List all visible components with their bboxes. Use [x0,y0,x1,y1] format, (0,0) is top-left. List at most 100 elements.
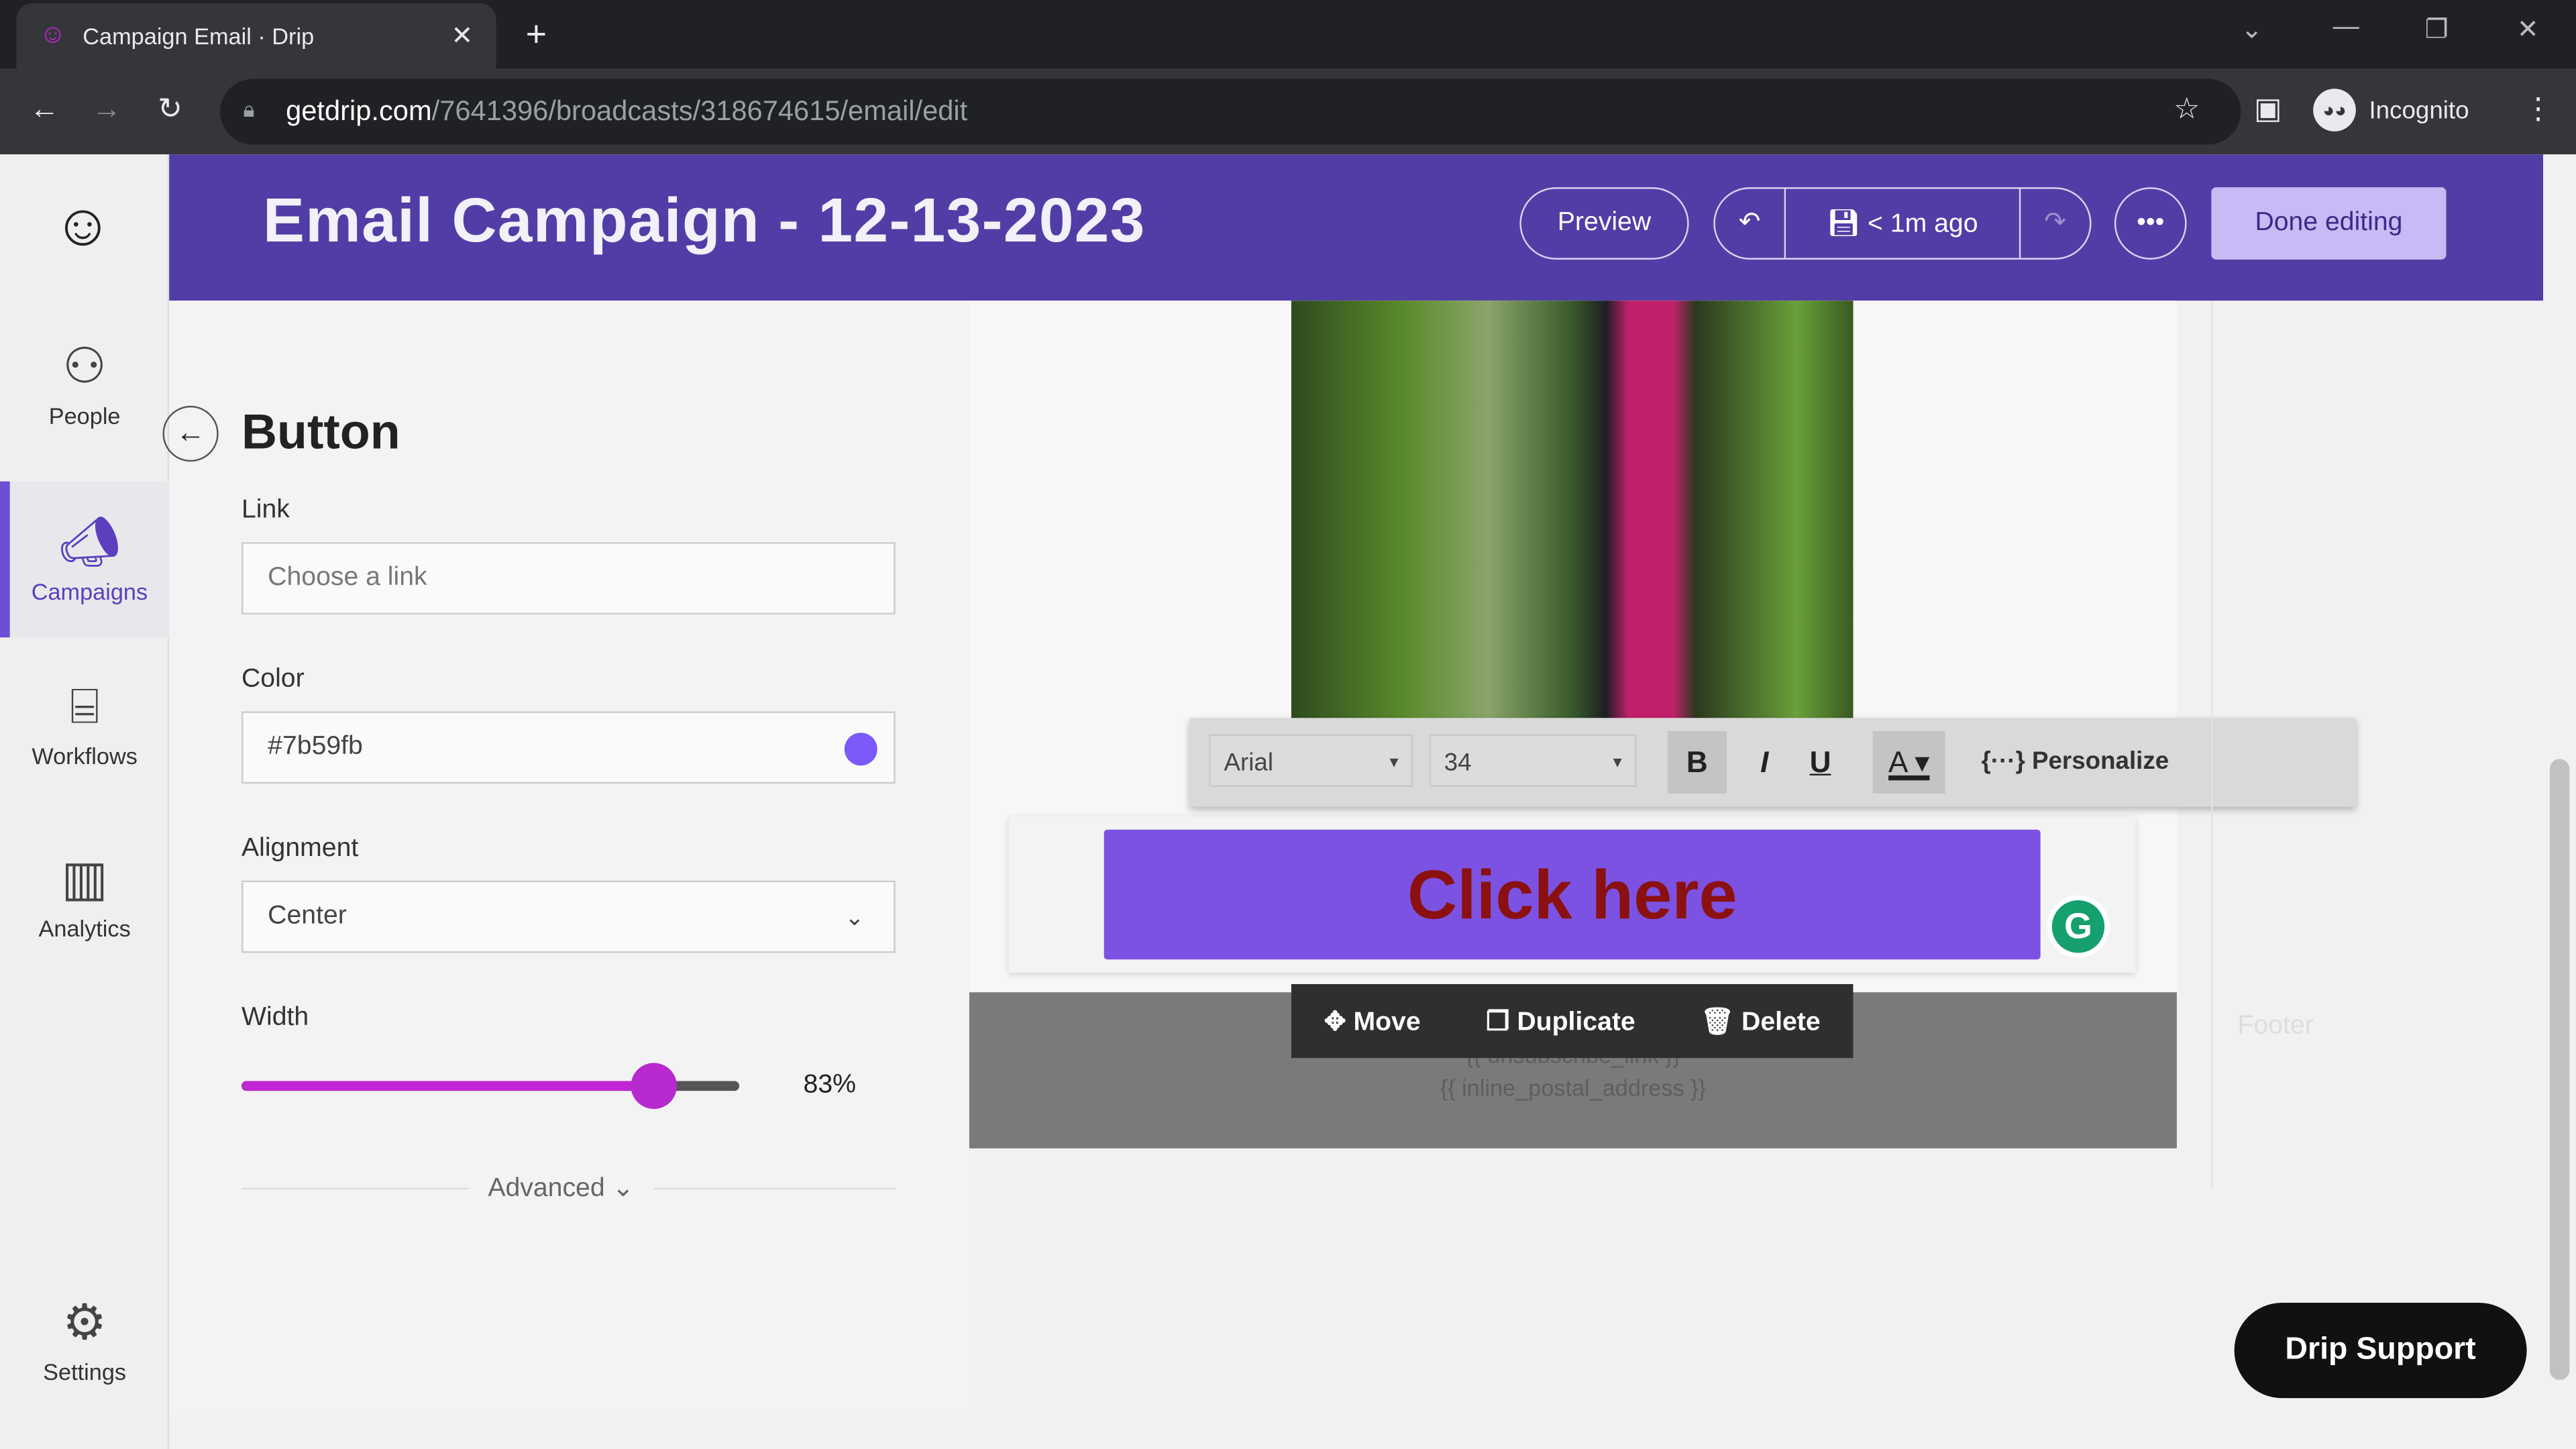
button-settings-panel: ← Button Link Choose a link Color #7b59f… [162,301,969,1415]
duplicate-button[interactable]: ❐ Duplicate [1486,1005,1635,1038]
tab-title: Campaign Email · Drip [83,23,315,50]
braces-icon: {···} [1981,747,2032,775]
text-format-toolbar: Arial ▼ 34 ▼ B I U A ▾ {···} Personalize [1189,718,2356,807]
advanced-toggle[interactable]: Advanced ⌄ [468,1171,654,1205]
footer-section-label: Footer [2237,1012,2314,1040]
width-slider-fill [241,1081,655,1091]
save-icon: 💾︎ [1827,210,1868,239]
profile-label: Incognito [2369,96,2469,124]
megaphone-icon: 📣︎ [58,515,121,570]
save-status[interactable]: 💾︎ < 1m ago [1786,207,2019,240]
sidebar: ☺ ⚇ People 📣︎ Campaigns ⌸ Workflows ▥ Analyt… [0,154,170,1449]
back-arrow-button[interactable]: ← [162,405,219,462]
tab-search-icon[interactable]: ⌄ [2241,13,2263,46]
sidebar-item-analytics[interactable]: ▥ Analytics [0,851,169,942]
postal-address-token: {{ inline_postal_address }} [1440,1074,1707,1101]
address-bar-row: ← → ↻ getdrip.com/7641396/broadcasts/318… [0,68,2576,155]
personalize-label: Personalize [2031,747,2169,775]
sidebar-item-people[interactable]: ⚇ People [0,338,169,429]
forward-icon[interactable]: → [92,92,121,126]
close-window-button[interactable]: ✕ [2517,13,2539,46]
waterfall-image[interactable] [1291,301,1854,720]
color-swatch[interactable] [844,733,877,766]
sidebar-item-label: Analytics [38,915,131,942]
duplicate-icon: ❐ [1486,1008,1517,1036]
link-input[interactable]: Choose a link [241,542,896,614]
gear-icon: ⚙ [62,1296,107,1351]
text-color-button[interactable]: A ▾ [1872,731,1945,794]
minimize-button[interactable]: — [2333,13,2359,43]
sidebar-item-label: People [48,402,121,429]
panel-title: Button [241,405,400,460]
button-block[interactable]: Click here G [1008,816,2136,973]
scrollbar-thumb[interactable] [2549,759,2570,1381]
sidebar-item-settings[interactable]: ⚙ Settings [0,1295,169,1385]
width-label: Width [241,1004,309,1032]
chevron-down-icon: ⌄ [845,902,865,929]
italic-button[interactable]: I [1741,731,1788,794]
back-icon[interactable]: ← [30,92,59,126]
restore-button[interactable]: ❐ [2425,13,2449,46]
url-path: /7641396/broadcasts/318674615/email/edit [431,95,968,127]
advanced-label: Advanced [488,1175,605,1203]
move-icon: ✥ [1324,1008,1354,1036]
url-host: getdrip.com [286,95,432,127]
drip-favicon-icon: ☺ [39,21,66,50]
duplicate-label: Duplicate [1517,1008,1635,1036]
width-slider-handle[interactable] [631,1063,678,1110]
sidebar-item-campaigns[interactable]: 📣︎ Campaigns [0,481,170,638]
alignment-select[interactable]: Center ⌄ [241,880,896,953]
dropdown-arrow-icon: ▼ [1610,754,1625,771]
delete-label: Delete [1741,1008,1821,1036]
alignment-value: Center [268,902,347,930]
incognito-icon: ◕◕ [2313,89,2356,131]
browser-tab[interactable]: ☺ Campaign Email · Drip ✕ [16,3,496,69]
delete-button[interactable]: 🗑︎ Delete [1701,1005,1820,1038]
incognito-indicator[interactable]: ◕◕ Incognito [2313,89,2469,131]
horizontal-scrollbar[interactable] [169,1414,2544,1449]
people-icon: ⚇ [62,339,107,394]
email-cta-button[interactable]: Click here [1104,829,2041,960]
dropdown-arrow-icon: ▼ [1387,754,1401,771]
link-label: Link [241,496,290,525]
sidebar-item-workflows[interactable]: ⌸ Workflows [0,680,169,769]
alignment-label: Alignment [241,835,359,863]
reload-icon[interactable]: ↻ [158,92,182,126]
width-slider[interactable] [241,1063,740,1110]
bold-button[interactable]: B [1667,731,1727,794]
font-family-select[interactable]: Arial ▼ [1209,734,1413,788]
move-label: Move [1353,1008,1421,1036]
drip-support-button[interactable]: Drip Support [2234,1303,2527,1399]
bar-chart-icon: ▥ [61,853,108,907]
sidebar-item-label: Workflows [32,742,138,769]
side-panel-icon[interactable]: ▣ [2254,92,2282,126]
done-editing-button[interactable]: Done editing [2211,187,2447,260]
text-color-label: A [1888,745,1907,779]
workflow-icon: ⌸ [70,680,100,735]
saved-time: < 1m ago [1868,210,1978,239]
more-options-button[interactable]: ••• [2114,187,2187,260]
trash-icon: 🗑︎ [1701,1008,1742,1036]
size-value: 34 [1444,749,1472,777]
font-size-select[interactable]: 34 ▼ [1429,734,1637,788]
color-label: Color [241,665,305,694]
personalize-button[interactable]: {···} Personalize [1981,747,2169,775]
drip-logo[interactable]: ☺ [52,191,113,260]
color-input[interactable]: #7b59fb [241,711,896,784]
sidebar-item-label: Settings [43,1358,127,1385]
underline-button[interactable]: U [1797,731,1843,794]
close-tab-icon[interactable]: ✕ [451,19,473,52]
bookmark-star-icon[interactable]: ☆ [2174,92,2200,126]
redo-button[interactable]: ↷ [2019,187,2090,260]
preview-button[interactable]: Preview [1519,187,1689,260]
color-value: #7b59fb [268,733,363,761]
font-value: Arial [1224,749,1274,777]
browser-tab-bar: ☺ Campaign Email · Drip ✕ + ⌄ — ❐ ✕ [0,0,2576,69]
new-tab-button[interactable]: + [526,13,547,56]
url-field[interactable]: getdrip.com/7641396/broadcasts/318674615… [220,78,2241,145]
vertical-scrollbar[interactable] [2543,154,2576,1417]
move-button[interactable]: ✥ Move [1324,1005,1421,1038]
menu-icon[interactable]: ⋮ [2524,92,2553,126]
undo-button[interactable]: ↶ [1715,187,1786,260]
grammarly-icon[interactable]: G [2047,895,2110,958]
